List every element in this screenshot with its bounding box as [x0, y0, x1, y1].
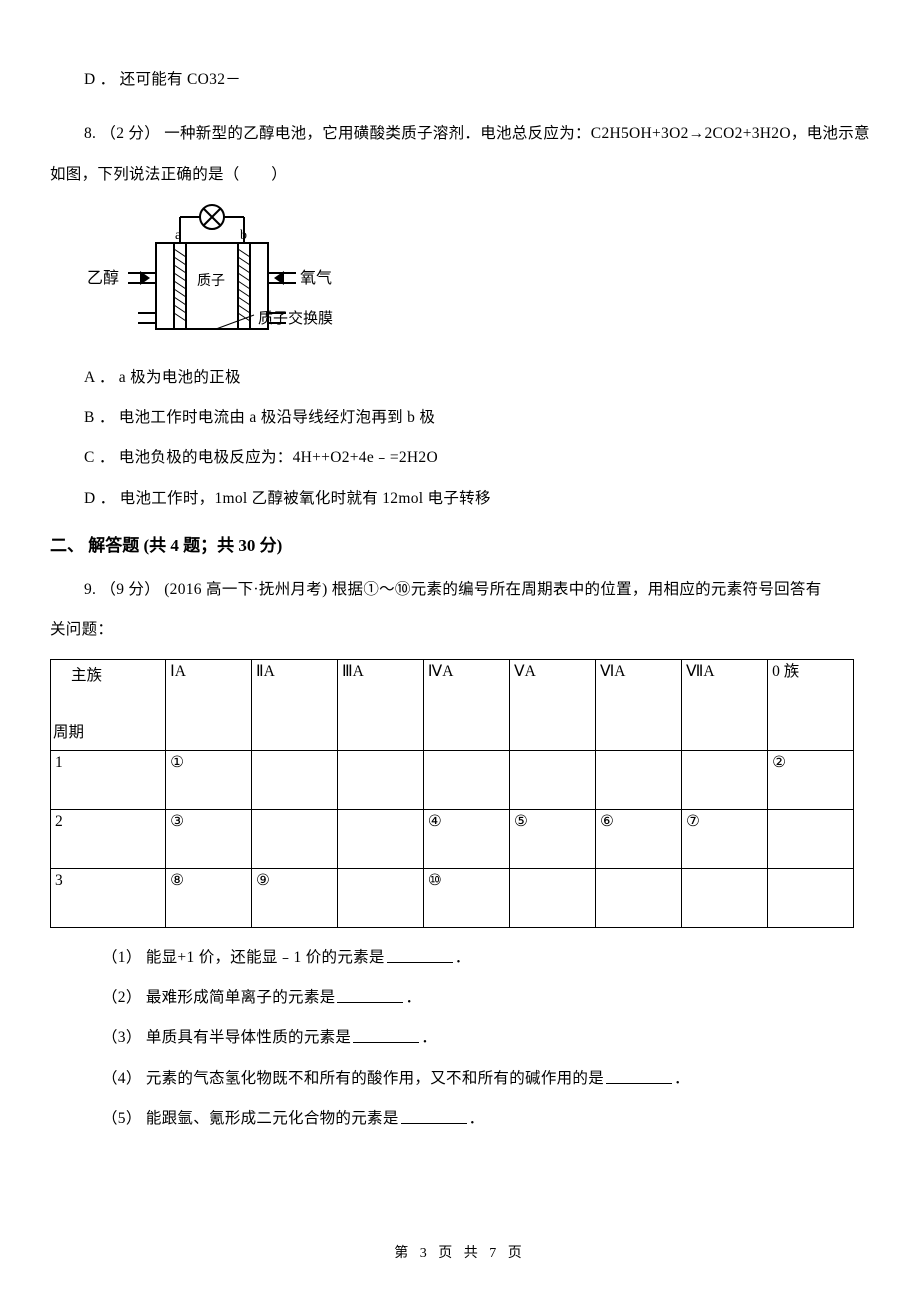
q8-option-a: A ． a 极为电池的正极: [50, 358, 870, 398]
q9-sub3-text: （3） 单质具有半导体性质的元素是: [102, 1029, 351, 1046]
table-cell: ④: [423, 809, 509, 868]
q8-stem-line2: 如图，下列说法正确的是（ ）: [50, 155, 870, 195]
q9-sub2: （2） 最难形成简单离子的元素是 ．: [50, 978, 870, 1018]
table-cell: ⑤: [509, 809, 595, 868]
q9-sub5: （5） 能跟氩、氪形成二元化合物的元素是 ．: [50, 1099, 870, 1139]
table-cell: [509, 750, 595, 809]
table-cell: [681, 750, 767, 809]
q8-option-c: C ． 电池负极的电极反应为：4H++O2+4e﹣=2H2O: [50, 438, 870, 478]
table-cell: ③: [166, 809, 252, 868]
table-cell: [509, 868, 595, 927]
table-cell: [681, 868, 767, 927]
table-cell: [595, 750, 681, 809]
period-label: 2: [51, 809, 166, 868]
q9-sub2-text: （2） 最难形成简单离子的元素是: [102, 989, 335, 1006]
group-header: ⅦA: [681, 659, 767, 750]
table-cell: ①: [166, 750, 252, 809]
table-cell: ⑨: [252, 868, 338, 927]
blank-fill[interactable]: [387, 962, 453, 963]
diagram-terminal-b: b: [240, 228, 247, 243]
q7-option-d: D ． 还可能有 CO32－: [50, 60, 870, 100]
table-cell: [768, 868, 854, 927]
period-dot: ．: [405, 989, 421, 1006]
table-cell: ⑩: [423, 868, 509, 927]
q9-sub4: （4） 元素的气态氢化物既不和所有的酸作用，又不和所有的碱作用的是 ．: [50, 1059, 870, 1099]
blank-fill[interactable]: [606, 1083, 672, 1084]
diagram-label-ethanol: 乙醇: [87, 269, 119, 287]
table-row: 1 ① ②: [51, 750, 854, 809]
table-row: 2 ③ ④ ⑤ ⑥ ⑦: [51, 809, 854, 868]
table-cell: ⑥: [595, 809, 681, 868]
group-header: ⅤA: [509, 659, 595, 750]
blank-fill[interactable]: [337, 1002, 403, 1003]
q9-stem-line1: 9. （9 分） (2016 高一下·抚州月考) 根据①～⑩元素的编号所在周期表…: [50, 570, 870, 610]
table-cell: [423, 750, 509, 809]
section-2-title: 二、 解答题 (共 4 题；共 30 分): [50, 531, 870, 556]
q9-sub1-text: （1） 能显+1 价，还能显﹣1 价的元素是: [102, 949, 385, 966]
table-row: 3 ⑧ ⑨ ⑩: [51, 868, 854, 927]
diagram-terminal-a: a: [175, 228, 182, 243]
group-header: ⅠA: [166, 659, 252, 750]
table-cell: [337, 809, 423, 868]
table-cell: [595, 868, 681, 927]
q8-stem-line1: 8. （2 分） 一种新型的乙醇电池，它用磺酸类质子溶剂．电池总反应为：C2H5…: [50, 114, 870, 154]
table-cell: [337, 868, 423, 927]
table-header-corner: 主族 周期: [51, 659, 166, 750]
period-dot: ．: [455, 949, 471, 966]
diagram-label-proton: 质子: [197, 273, 225, 289]
q9-stem-line2: 关问题：: [50, 610, 870, 650]
period-label: 3: [51, 868, 166, 927]
q8-option-d: D ． 电池工作时，1mol 乙醇被氧化时就有 12mol 电子转移: [50, 479, 870, 519]
q9-sub5-text: （5） 能跟氩、氪形成二元化合物的元素是: [102, 1110, 399, 1127]
blank-fill[interactable]: [401, 1123, 467, 1124]
table-cell: ⑧: [166, 868, 252, 927]
q9-sub3: （3） 单质具有半导体性质的元素是 ．: [50, 1018, 870, 1058]
table-cell: [252, 750, 338, 809]
page-container: { "q7": { "option_d": "D ． 还可能有 CO32－" }…: [0, 0, 920, 1302]
group-header: 0 族: [768, 659, 854, 750]
table-cell: ⑦: [681, 809, 767, 868]
group-header: ⅣA: [423, 659, 509, 750]
group-header: ⅢA: [337, 659, 423, 750]
period-dot: ．: [469, 1110, 485, 1127]
battery-diagram: 质子 a b 乙醇 氧气 质子交换膜: [50, 197, 870, 352]
diagram-label-membrane: 质子交换膜: [258, 309, 333, 327]
table-row: 主族 周期 ⅠA ⅡA ⅢA ⅣA ⅤA ⅥA ⅦA 0 族: [51, 659, 854, 750]
diagram-label-oxygen: 氧气: [300, 269, 332, 287]
period-dot: ．: [421, 1029, 437, 1046]
table-cell: [768, 809, 854, 868]
q8-option-b: B ． 电池工作时电流由 a 极沿导线经灯泡再到 b 极: [50, 398, 870, 438]
table-cell: [337, 750, 423, 809]
battery-diagram-svg: 质子 a b 乙醇 氧气 质子交换膜: [82, 197, 362, 347]
periodic-table: 主族 周期 ⅠA ⅡA ⅢA ⅣA ⅤA ⅥA ⅦA 0 族 1 ① ② 2 ③…: [50, 659, 854, 928]
table-cell: ②: [768, 750, 854, 809]
blank-fill[interactable]: [353, 1042, 419, 1043]
page-footer: 第 3 页 共 7 页: [0, 1242, 920, 1262]
q9-sub1: （1） 能显+1 价，还能显﹣1 价的元素是 ．: [50, 938, 870, 978]
table-cell: [252, 809, 338, 868]
period-label: 1: [51, 750, 166, 809]
group-header: ⅥA: [595, 659, 681, 750]
table-header-bottom: 周期: [53, 721, 84, 746]
q9-sub4-text: （4） 元素的气态氢化物既不和所有的酸作用，又不和所有的碱作用的是: [102, 1070, 604, 1087]
group-header: ⅡA: [252, 659, 338, 750]
period-dot: ．: [674, 1070, 690, 1087]
table-header-top: 主族: [71, 664, 102, 689]
